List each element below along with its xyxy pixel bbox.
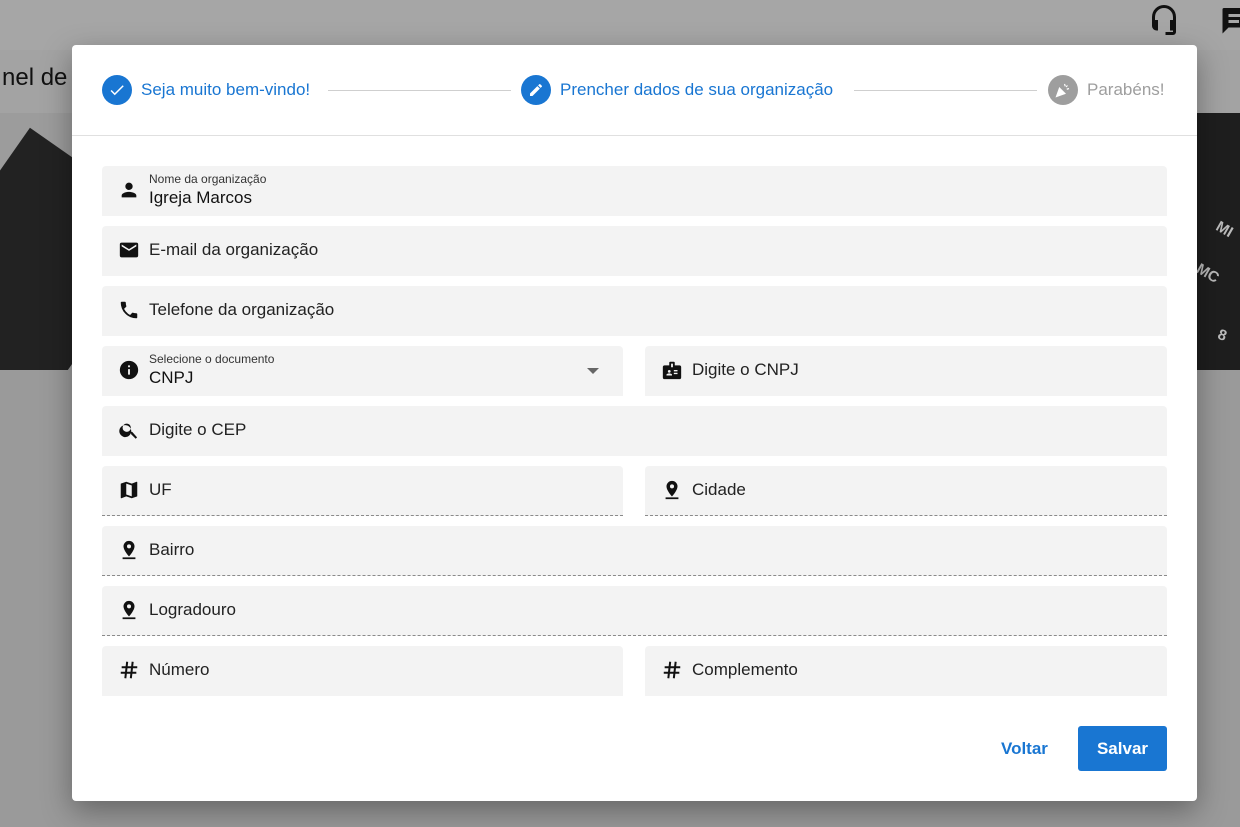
uf-placeholder: UF [149,480,172,499]
document-type-select[interactable]: Selecione o documento CNPJ [102,346,623,396]
step-connector [328,90,511,91]
org-phone-field[interactable]: Telefone da organização [102,286,1167,336]
step-label: Seja muito bem-vindo! [141,80,311,99]
city-field[interactable]: Cidade [645,466,1167,516]
complement-placeholder: Complemento [692,660,798,679]
street-field[interactable]: Logradouro [102,586,1167,636]
document-type-value: CNPJ [149,368,194,387]
background-page-title: nel de [2,64,68,91]
street-placeholder: Logradouro [149,600,236,619]
party-popper-icon [1048,75,1078,105]
document-type-label: Selecione o documento [149,352,275,366]
org-name-label: Nome da organização [149,172,267,186]
headset-icon[interactable] [1146,2,1182,38]
uf-field[interactable]: UF [102,466,623,516]
document-number-field[interactable]: Digite o CNPJ [645,346,1167,396]
step-congratulations: Parabéns! [1048,75,1165,105]
complement-field[interactable]: Complemento [645,646,1167,696]
number-placeholder: Número [149,660,210,679]
org-name-field[interactable]: Nome da organização Igreja Marcos [102,166,1167,216]
hash-icon [663,661,681,679]
document-number-placeholder: Digite o CNPJ [692,360,799,379]
back-button[interactable]: Voltar [987,726,1062,771]
pencil-icon [521,75,551,105]
hero-keypad: MI MC 8 [1193,113,1240,370]
onboarding-dialog: Seja muito bem-vindo! Prencher dados de … [72,45,1197,801]
step-connector [854,90,1037,91]
neighborhood-placeholder: Bairro [149,540,195,559]
step-label: Parabéns! [1087,80,1165,99]
step-welcome: Seja muito bem-vindo! [102,75,310,105]
location-pin-icon [665,480,679,500]
badge-icon [662,361,682,380]
cep-placeholder: Digite o CEP [149,420,247,439]
cep-field[interactable]: Digite o CEP [102,406,1167,456]
email-icon [119,242,139,258]
check-icon [102,75,132,105]
phone-icon [120,301,138,319]
step-organization-data: Prencher dados de sua organização [521,75,833,105]
background-topbar [0,0,1240,50]
save-button[interactable]: Salvar [1078,726,1167,771]
person-icon [121,182,137,198]
hash-icon [120,661,138,679]
location-pin-icon [122,600,136,620]
step-label: Prencher dados de sua organização [560,80,834,99]
info-icon [119,360,139,380]
location-pin-icon [122,540,136,560]
keypad-key: 8 [1215,326,1229,345]
number-field[interactable]: Número [102,646,623,696]
city-placeholder: Cidade [692,480,746,499]
stepper: Seja muito bem-vindo! Prencher dados de … [72,45,1197,136]
neighborhood-field[interactable]: Bairro [102,526,1167,576]
org-email-field[interactable]: E-mail da organização [102,226,1167,276]
org-email-placeholder: E-mail da organização [149,240,319,259]
org-phone-placeholder: Telefone da organização [149,300,335,319]
chat-icon[interactable] [1218,2,1240,38]
search-icon[interactable] [118,419,140,441]
dropdown-arrow-icon[interactable] [587,368,599,374]
keypad-key: MC [1193,260,1223,287]
org-name-value[interactable]: Igreja Marcos [149,188,252,208]
map-icon [120,481,138,499]
keypad-key: MI [1212,217,1236,242]
